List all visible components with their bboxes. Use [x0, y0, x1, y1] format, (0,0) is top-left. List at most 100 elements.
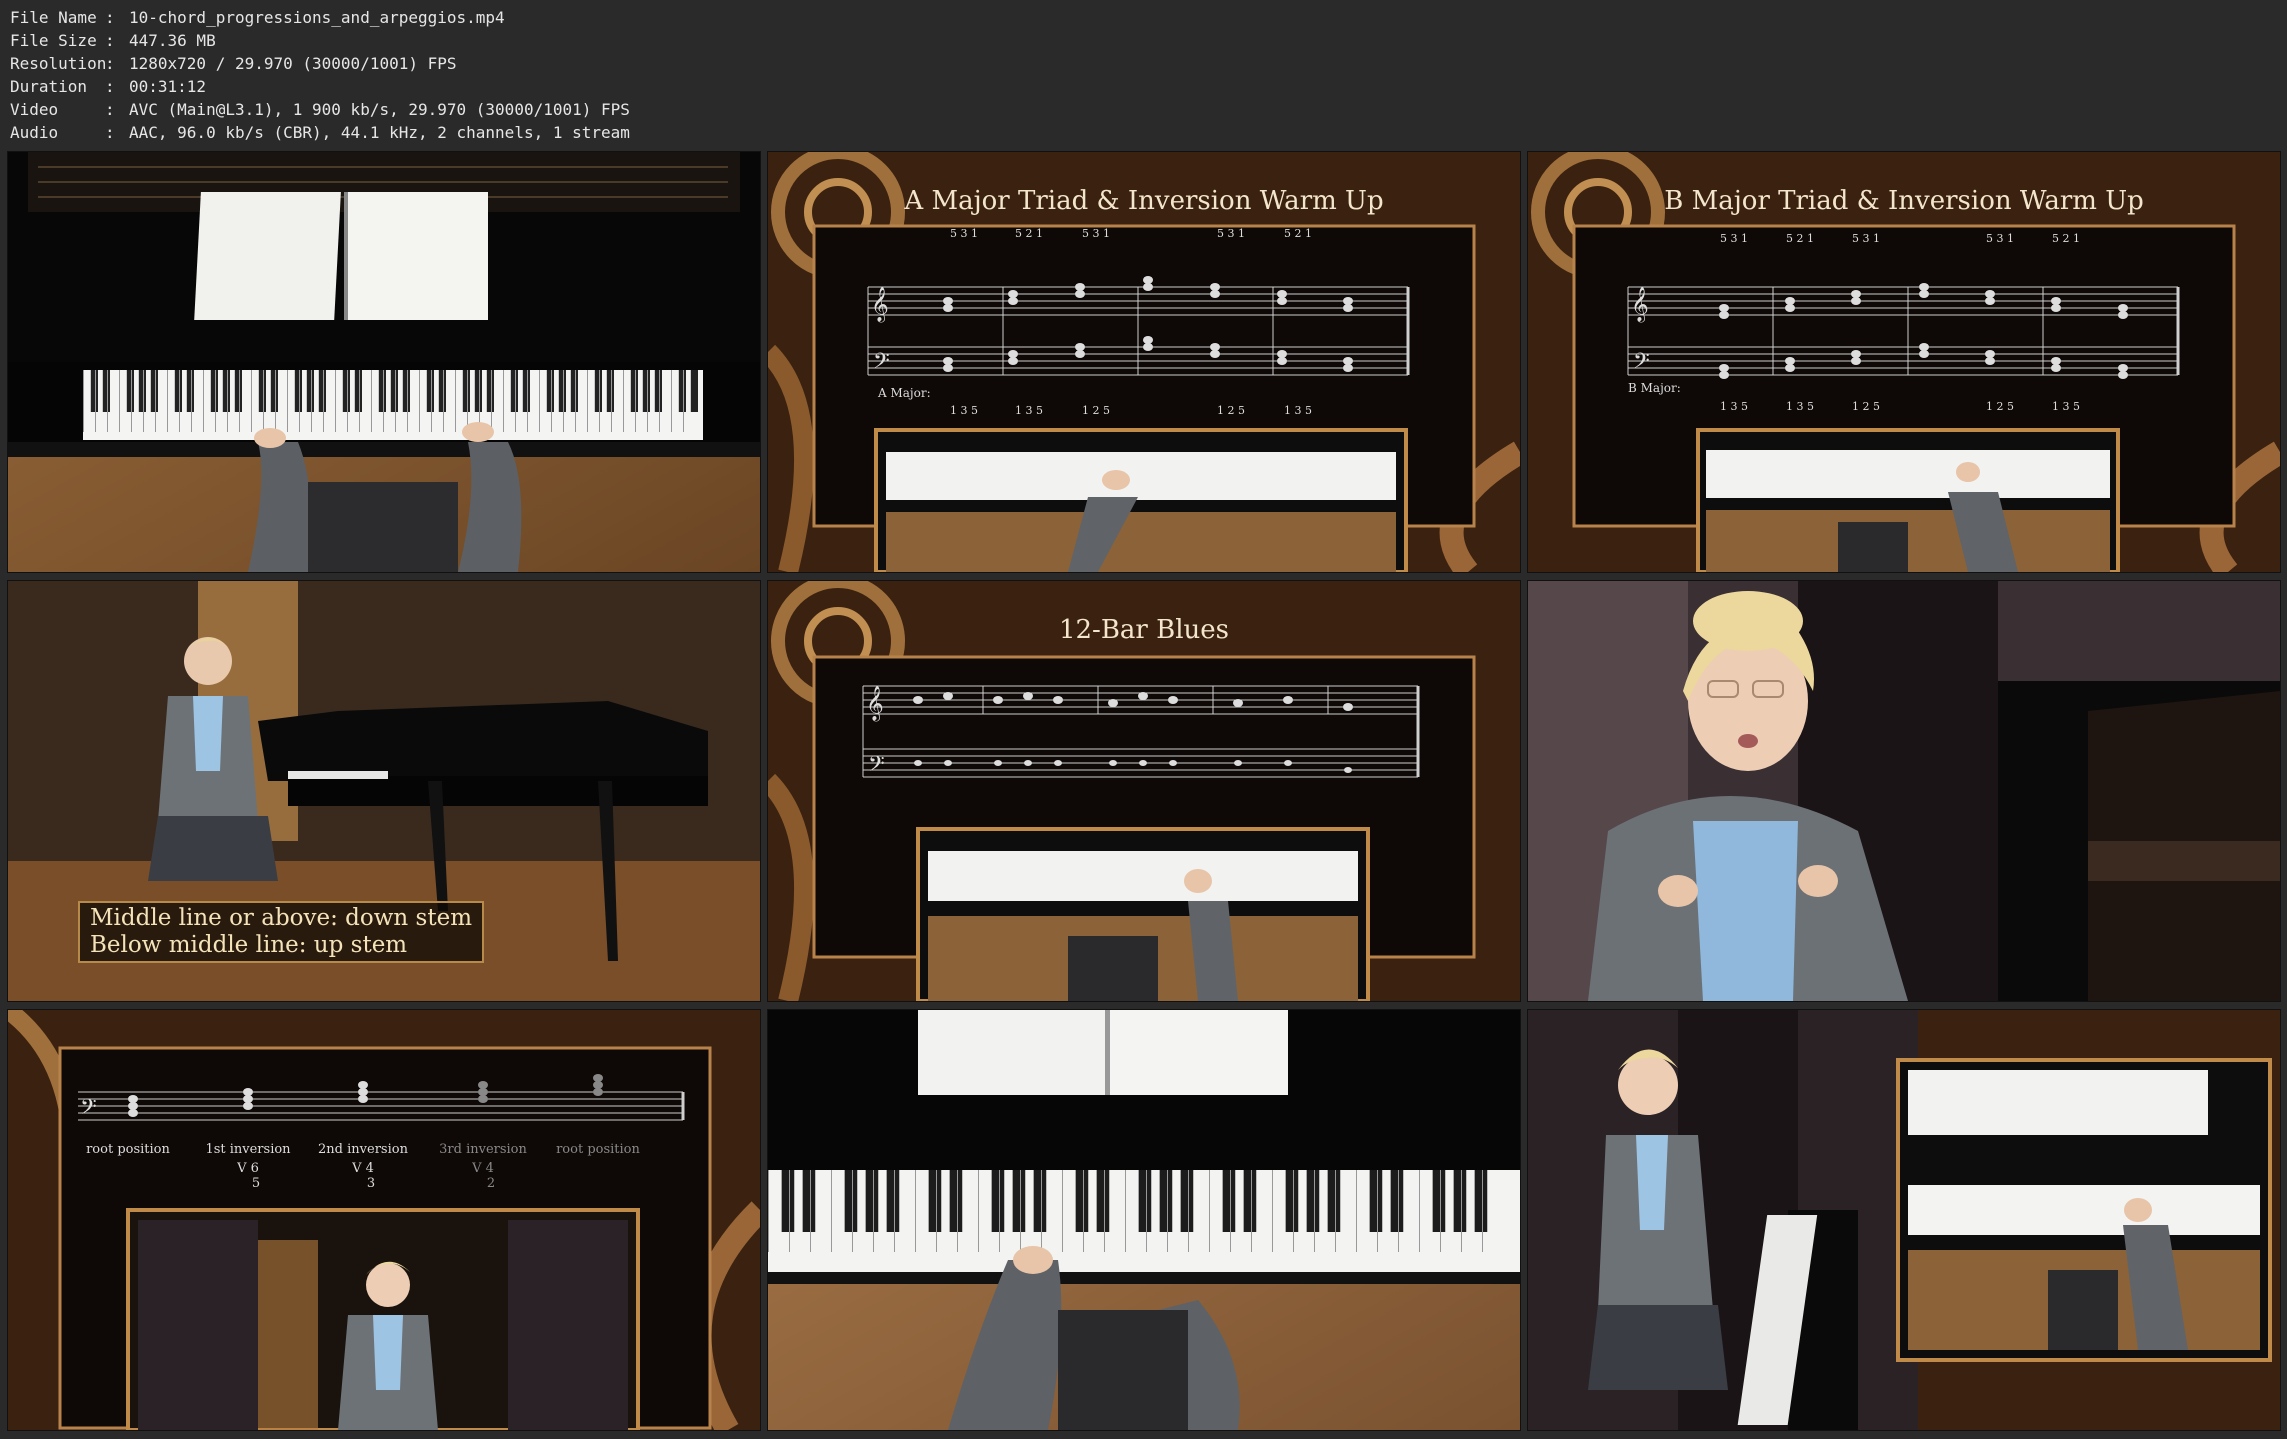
- black-key: [1306, 1170, 1320, 1232]
- black-key: [354, 370, 362, 412]
- white-key-divider: [1356, 1170, 1357, 1252]
- white-key-divider: [131, 370, 132, 432]
- black-key: [1180, 1170, 1194, 1232]
- treble-clef-icon: 𝄞: [871, 287, 889, 323]
- fingering: 5 3 1: [950, 227, 978, 240]
- black-key: [138, 370, 146, 412]
- meta-key: File Size: [10, 31, 97, 50]
- meta-row-file-size: File Size:447.36 MB: [10, 29, 630, 52]
- white-key-divider: [873, 1170, 874, 1252]
- black-key: [186, 370, 194, 412]
- white-key-divider: [1377, 1170, 1378, 1252]
- black-key: [865, 1170, 879, 1232]
- white-key-divider: [251, 370, 252, 432]
- white-key-divider: [623, 370, 624, 432]
- white-key-divider: [1209, 1170, 1210, 1252]
- black-key: [546, 370, 554, 412]
- meta-separator: :: [105, 100, 115, 119]
- white-key-divider: [599, 370, 600, 432]
- black-key: [594, 370, 602, 412]
- black-key: [222, 370, 230, 412]
- meta-key: File Name: [10, 8, 97, 27]
- white-key-divider: [936, 1170, 937, 1252]
- fingering: 1 3 5: [1015, 404, 1043, 417]
- white-key-divider: [107, 370, 108, 432]
- stem-direction-caption: Middle line or above: down stem Below mi…: [78, 901, 485, 963]
- meta-value: AVC (Main@L3.1), 1 900 kb/s, 29.970 (300…: [129, 100, 630, 119]
- fingering: 5 3 1: [1217, 227, 1245, 240]
- fingering: 1 3 5: [1284, 404, 1312, 417]
- meta-separator: :: [105, 54, 115, 73]
- meta-row-audio: Audio: AAC, 96.0 kb/s (CBR), 44.1 kHz, 2 …: [10, 121, 630, 144]
- black-key: [306, 370, 314, 412]
- white-key-divider: [431, 370, 432, 432]
- black-key: [630, 370, 638, 412]
- black-key: [558, 370, 566, 412]
- white-key-divider: [539, 370, 540, 432]
- black-key: [1390, 1170, 1404, 1232]
- white-key-divider: [1020, 1170, 1021, 1252]
- fingering: 5 3 1: [1852, 232, 1880, 245]
- black-key: [462, 370, 470, 412]
- black-key: [510, 370, 518, 412]
- white-key-divider: [263, 370, 264, 432]
- black-key: [570, 370, 578, 412]
- black-key: [270, 370, 278, 412]
- lesson-board-a-major: A Major Triad & Inversion Warm Up 𝄞 𝄢 A: [768, 152, 1520, 572]
- white-key-divider: [587, 370, 588, 432]
- roman-numeral: V 6: [236, 1161, 259, 1176]
- white-key-divider: [167, 370, 168, 432]
- black-key: [1096, 1170, 1110, 1232]
- black-key: [318, 370, 326, 412]
- black-key: [126, 370, 134, 412]
- white-key-divider: [395, 370, 396, 432]
- black-key: [342, 370, 350, 412]
- file-metadata: File Name:10-chord_progressions_and_arpe…: [10, 6, 630, 144]
- white-key-divider: [1041, 1170, 1042, 1252]
- white-key-divider: [203, 370, 204, 432]
- piano-top-view-illustration: [8, 152, 760, 572]
- keyboard-close-up-illustration: [768, 1010, 1520, 1430]
- black-key: [654, 370, 662, 412]
- thumbnail-b-major-triad: B Major Triad & Inversion Warm Up 𝄞 𝄢 B: [1527, 151, 2281, 573]
- meta-row-duration: Duration:00:31:12: [10, 75, 630, 98]
- treble-clef-icon: 𝄞: [866, 686, 884, 722]
- white-key-divider: [371, 370, 372, 432]
- white-key-divider: [299, 370, 300, 432]
- black-key: [1243, 1170, 1257, 1232]
- white-key-divider: [1293, 1170, 1294, 1252]
- black-key: [1138, 1170, 1152, 1232]
- white-key-divider: [563, 370, 564, 432]
- black-key: [402, 370, 410, 412]
- meta-value: 447.36 MB: [129, 31, 216, 50]
- caption-line: Below middle line: up stem: [90, 932, 408, 958]
- fingering: 5 2 1: [2052, 232, 2080, 245]
- meta-key: Resolution: [10, 54, 107, 73]
- meta-key: Video: [10, 100, 59, 119]
- teacher-close-up-illustration: [1528, 581, 2280, 1001]
- black-key: [1285, 1170, 1299, 1232]
- lesson-title: 12-Bar Blues: [1059, 615, 1229, 645]
- black-key: [886, 1170, 900, 1232]
- black-key: [1432, 1170, 1446, 1232]
- meta-separator: :: [105, 123, 115, 142]
- white-key-divider: [1461, 1170, 1462, 1252]
- black-key: [844, 1170, 858, 1232]
- white-key-divider: [1104, 1170, 1105, 1252]
- meta-separator: :: [105, 8, 115, 27]
- chord-label: A Major:: [877, 386, 931, 400]
- black-key: [1222, 1170, 1236, 1232]
- black-key: [690, 370, 698, 412]
- inversion-label: root position: [86, 1142, 170, 1157]
- lesson-board-b-major: B Major Triad & Inversion Warm Up 𝄞 𝄢 B: [1528, 152, 2280, 572]
- black-key: [678, 370, 686, 412]
- treble-clef-icon: 𝄞: [1631, 287, 1649, 323]
- bass-clef-icon: 𝄢: [1633, 349, 1650, 379]
- fingering: 1 3 5: [2052, 400, 2080, 413]
- white-key-divider: [1419, 1170, 1420, 1252]
- white-key-divider: [1335, 1170, 1336, 1252]
- white-key-divider: [999, 1170, 1000, 1252]
- white-key-divider: [1251, 1170, 1252, 1252]
- thumbnail-a-major-triad: A Major Triad & Inversion Warm Up 𝄞 𝄢 A: [767, 151, 1521, 573]
- fingering: 5 2 1: [1786, 232, 1814, 245]
